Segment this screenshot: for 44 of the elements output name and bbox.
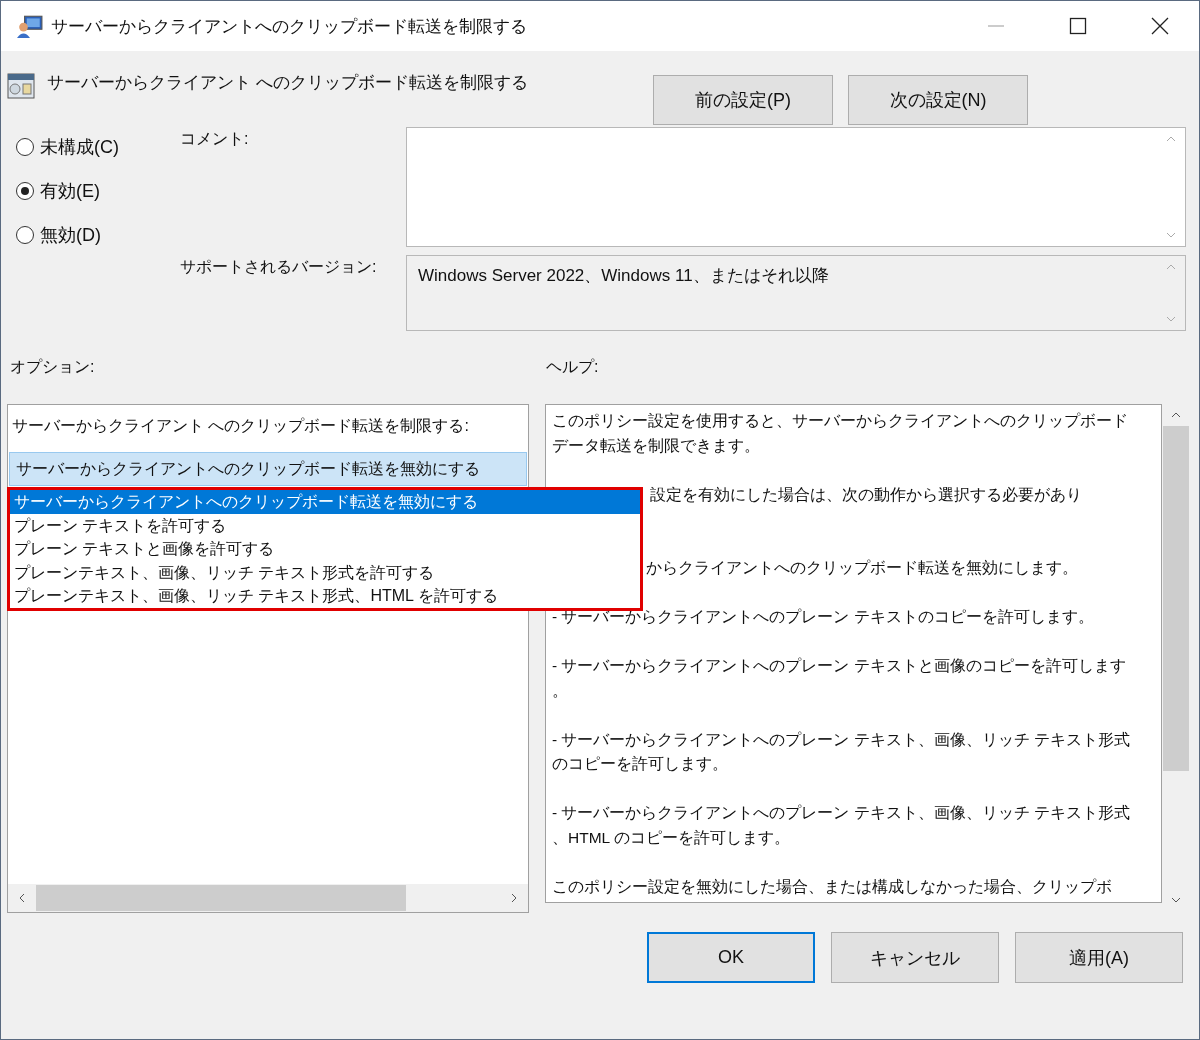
help-text: - サーバーからクライアントへのプレーン テキスト、画像、リッチ テキスト形式 bbox=[552, 729, 1132, 750]
radio-option[interactable]: 無効(D) bbox=[16, 221, 180, 249]
dropdown-field[interactable]: サーバーからクライアントへのクリップボード転送を無効にする bbox=[9, 452, 527, 486]
window-title: サーバーからクライアントへのクリップボード転送を制限する bbox=[51, 15, 528, 38]
help-text: このポリシー設定を使用すると、サーバーからクライアントへのクリップボード bbox=[552, 411, 1129, 431]
dropdown-item[interactable]: プレーン テキストと画像を許可する bbox=[10, 537, 640, 561]
dialog-button[interactable]: キャンセル bbox=[831, 932, 999, 983]
scroll-up-icon[interactable] bbox=[1171, 412, 1181, 418]
dropdown-item[interactable]: プレーンテキスト、画像、リッチ テキスト形式、HTML を許可する bbox=[10, 584, 640, 608]
nav-button[interactable]: 次の設定(N) bbox=[848, 75, 1028, 125]
help-text: - サーバーからクライアントへのプレーン テキスト、画像、リッチ テキスト形式 bbox=[552, 803, 1132, 823]
policy-settings-icon bbox=[7, 73, 35, 99]
maximize-icon[interactable] bbox=[1069, 17, 1087, 35]
scroll-right-icon[interactable] bbox=[511, 893, 517, 903]
close-icon[interactable] bbox=[1151, 17, 1169, 35]
help-text: からクライアントへのクリップボード転送を無効にします。 bbox=[646, 558, 1079, 578]
computer-user-icon bbox=[17, 14, 43, 38]
help-text: データ転送を制限できます。 bbox=[552, 435, 761, 456]
comment-label: コメント: bbox=[180, 129, 250, 149]
help-text: のコピーを許可します。 bbox=[552, 754, 729, 774]
help-text: 、HTML のコピーを許可します。 bbox=[552, 827, 791, 848]
setting-label: サーバーからクライアント へのクリップボード転送を制限する: bbox=[11, 416, 470, 436]
comment-field[interactable] bbox=[406, 127, 1186, 247]
policy-title: サーバーからクライアント へのクリップボード転送を制限する bbox=[47, 72, 528, 94]
nav-button[interactable]: 前の設定(P) bbox=[653, 75, 833, 125]
scroll-down-icon[interactable] bbox=[1171, 897, 1181, 903]
help-text: 。 bbox=[552, 680, 569, 701]
help-text: - サーバーからクライアントへのプレーン テキストのコピーを許可します。 bbox=[552, 607, 1095, 627]
radio-option[interactable]: 有効(E) bbox=[16, 177, 180, 205]
dialog-button[interactable]: OK bbox=[647, 932, 815, 983]
supported-field: Windows Server 2022、Windows 11、またはそれ以降 bbox=[406, 255, 1186, 331]
radio-option[interactable]: 未構成(C) bbox=[16, 133, 180, 161]
dropdown-item[interactable]: プレーン テキストを許可する bbox=[10, 513, 640, 538]
scroll-left-icon[interactable] bbox=[19, 893, 25, 903]
dialog-button[interactable]: 適用(A) bbox=[1015, 932, 1183, 983]
options-label: オプション: bbox=[9, 357, 96, 377]
dropdown-item[interactable]: プレーンテキスト、画像、リッチ テキスト形式を許可する bbox=[10, 560, 640, 585]
help-label: ヘルプ: bbox=[546, 357, 599, 377]
help-text: 設定を有効にした場合は、次の動作から選択する必要があり bbox=[650, 484, 1083, 505]
help-text: このポリシー設定を無効にした場合、または構成しなかった場合、クリップボ bbox=[552, 876, 1113, 897]
dropdown-item[interactable]: サーバーからクライアントへのクリップボード転送を無効にする bbox=[10, 490, 640, 514]
supported-label: サポートされるバージョン: bbox=[180, 257, 378, 277]
scrollbar[interactable] bbox=[8, 884, 528, 912]
help-text: - サーバーからクライアントへのプレーン テキストと画像のコピーを許可します bbox=[552, 656, 1127, 676]
